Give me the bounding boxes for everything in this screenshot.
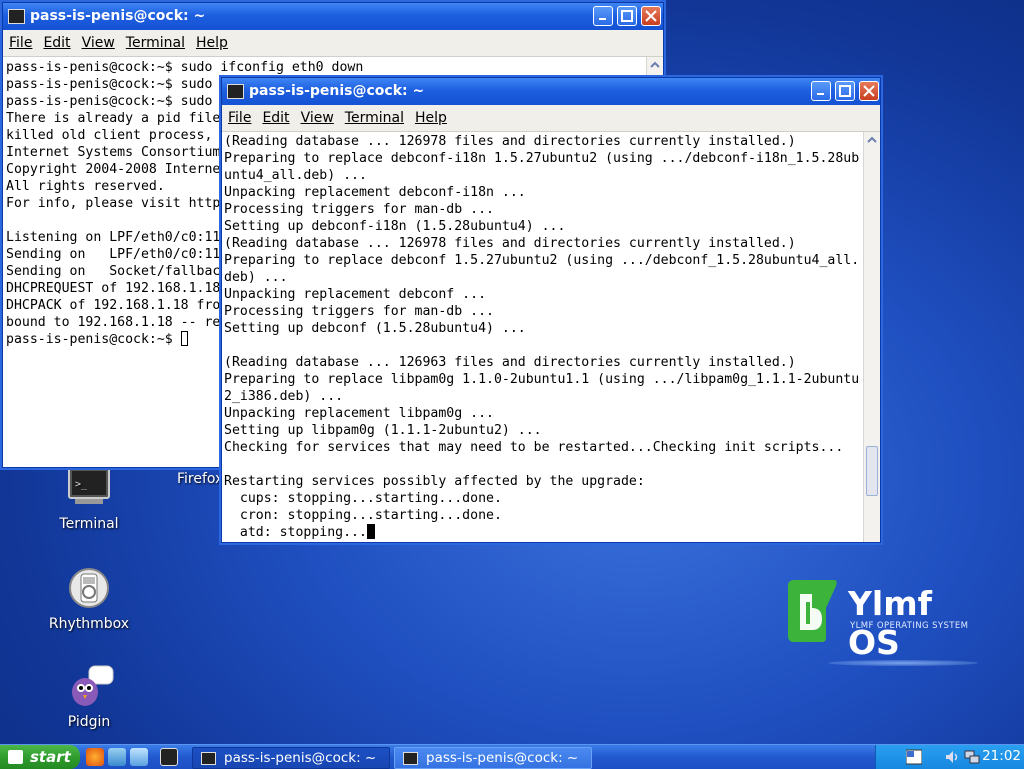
terminal-line: (Reading database ... 126978 files and d… (224, 134, 796, 149)
window-title: pass-is-penis@cock: ~ (249, 83, 425, 99)
vertical-scrollbar[interactable] (863, 132, 880, 542)
menu-edit[interactable]: Edit (37, 30, 75, 51)
desktop-icon-rhythmbox[interactable]: Rhythmbox (34, 566, 144, 632)
desktop-icon-pidgin[interactable]: Pidgin (34, 664, 144, 730)
terminal-line: cron: stopping...starting...done. (224, 508, 502, 523)
terminal-line: Checking for services that may need to b… (224, 440, 844, 455)
terminal-line: ​ (224, 456, 864, 473)
terminal-line: Setting up debconf (1.5.28ubuntu4) ... (224, 321, 526, 336)
scrollbar-thumb[interactable] (866, 446, 878, 497)
terminal-line: deb) ... (224, 270, 288, 285)
menu-file[interactable]: File (222, 105, 256, 126)
terminal-line: Processing triggers for man-db ... (224, 304, 494, 319)
task-label: pass-is-penis@cock: ~ (426, 750, 579, 766)
window-title: pass-is-penis@cock: ~ (30, 8, 206, 24)
minimize-button[interactable] (593, 6, 613, 26)
terminal-line: Restarting services possibly affected by… (224, 474, 645, 489)
terminal-icon (8, 9, 25, 24)
ylmf-logo-mark (788, 580, 837, 642)
close-button[interactable] (859, 81, 879, 101)
terminal-window-front[interactable]: pass-is-penis@cock: ~ File Edit View Termin… (221, 77, 881, 543)
desktop-icon-firefox-label[interactable]: Firefox (177, 471, 223, 487)
menu-file[interactable]: File (3, 30, 37, 51)
terminal-output[interactable]: (Reading database ... 126978 files and d… (224, 133, 864, 541)
terminal-line: Preparing to replace debconf-i18n 1.5.27… (224, 151, 860, 166)
terminal-line: Unpacking replacement libpam0g ... (224, 406, 494, 421)
minimize-button[interactable] (811, 81, 831, 101)
close-button[interactable] (641, 6, 661, 26)
menu-view[interactable]: View (76, 30, 120, 51)
taskbar-task-1[interactable]: pass-is-penis@cock: ~ (192, 747, 390, 769)
terminal-line: ​ (224, 337, 864, 354)
maximize-button[interactable] (835, 81, 855, 101)
terminal-cursor (366, 524, 375, 539)
desktop-icon-label: Rhythmbox (48, 616, 130, 632)
scroll-up-arrow[interactable] (864, 132, 880, 148)
terminal-line: Setting up libpam0g (1.1.1-2ubuntu2) ... (224, 423, 542, 438)
terminal-line: Unpacking replacement debconf-i18n ... (224, 185, 526, 200)
window-titlebar[interactable]: pass-is-penis@cock: ~ (222, 78, 880, 105)
desktop-icon-label: Pidgin (67, 714, 111, 730)
start-flag-icon (8, 750, 23, 764)
terminal-current-text: atd: stopping... (224, 525, 367, 540)
terminal-line: untu4_all.deb) ... (224, 168, 367, 183)
firefox-quicklaunch-icon[interactable] (86, 748, 104, 766)
terminal-app-icon: >_ (67, 466, 111, 510)
maximize-button[interactable] (617, 6, 637, 26)
terminal-line: Unpacking replacement debconf ... (224, 287, 487, 302)
svg-text:>_: >_ (75, 479, 88, 490)
terminal-line: Setting up debconf-i18n (1.5.28ubuntu4) … (224, 219, 566, 234)
terminal-quicklaunch-icon[interactable] (160, 748, 178, 766)
terminal-line: Preparing to replace libpam0g 1.1.0-2ubu… (224, 372, 860, 387)
menubar: File Edit View Terminal Help (3, 30, 663, 57)
menu-help[interactable]: Help (190, 30, 233, 51)
desktop-icon-terminal[interactable]: >_ Terminal (34, 466, 144, 532)
terminal-line: 2_i386.deb) ... (224, 389, 344, 404)
desktop-icon-label: Terminal (59, 516, 119, 532)
browser-quicklaunch-icon[interactable] (130, 748, 148, 766)
terminal-line: (Reading database ... 126963 files and d… (224, 355, 796, 370)
terminal-line: cups: stopping...starting...done. (224, 491, 502, 506)
menu-edit[interactable]: Edit (256, 105, 294, 126)
terminal-line: pass-is-penis@cock:~$ sudo ifconfig eth0… (6, 60, 364, 75)
clock[interactable]: 21:02 (982, 748, 1021, 764)
logo-subtitle: YLMF OPERATING SYSTEM (850, 621, 969, 631)
menubar: File Edit View Terminal Help (222, 105, 880, 132)
start-label: start (30, 748, 71, 766)
task-label: pass-is-penis@cock: ~ (224, 750, 377, 766)
start-button[interactable]: start (0, 745, 80, 769)
system-tray: 21:02 (875, 745, 1024, 769)
terminal-prompt: pass-is-penis@cock:~$ (6, 332, 181, 347)
menu-terminal[interactable]: Terminal (339, 105, 409, 126)
scroll-up-arrow[interactable] (647, 57, 663, 73)
terminal-icon (403, 752, 418, 765)
network-icon[interactable] (964, 749, 980, 765)
terminal-current-line: atd: stopping... (224, 524, 864, 541)
taskbar-task-2[interactable]: pass-is-penis@cock: ~ (394, 747, 592, 769)
window-titlebar[interactable]: pass-is-penis@cock: ~ (3, 3, 663, 30)
menu-help[interactable]: Help (409, 105, 452, 126)
taskbar: start pass-is-penis@cock: ~ pass-is-peni… (0, 744, 1024, 769)
menu-view[interactable]: View (295, 105, 339, 126)
pidgin-app-icon (67, 664, 114, 708)
menu-terminal[interactable]: Terminal (120, 30, 190, 51)
logo-glow (828, 660, 978, 666)
rhythmbox-app-icon (67, 566, 111, 610)
terminal-icon (227, 84, 244, 99)
terminal-line: Processing triggers for man-db ... (224, 202, 494, 217)
workspace-switcher-icon[interactable] (905, 749, 923, 765)
volume-icon[interactable] (944, 749, 960, 765)
terminal-line: Preparing to replace debconf 1.5.27ubunt… (224, 253, 860, 268)
terminal-cursor (180, 331, 188, 346)
terminal-icon (201, 752, 216, 765)
terminal-line: (Reading database ... 126978 files and d… (224, 236, 796, 251)
ylmf-logo: Ylmf OS YLMF OPERATING SYSTEM (782, 578, 982, 668)
file-manager-quicklaunch-icon[interactable] (108, 748, 126, 766)
